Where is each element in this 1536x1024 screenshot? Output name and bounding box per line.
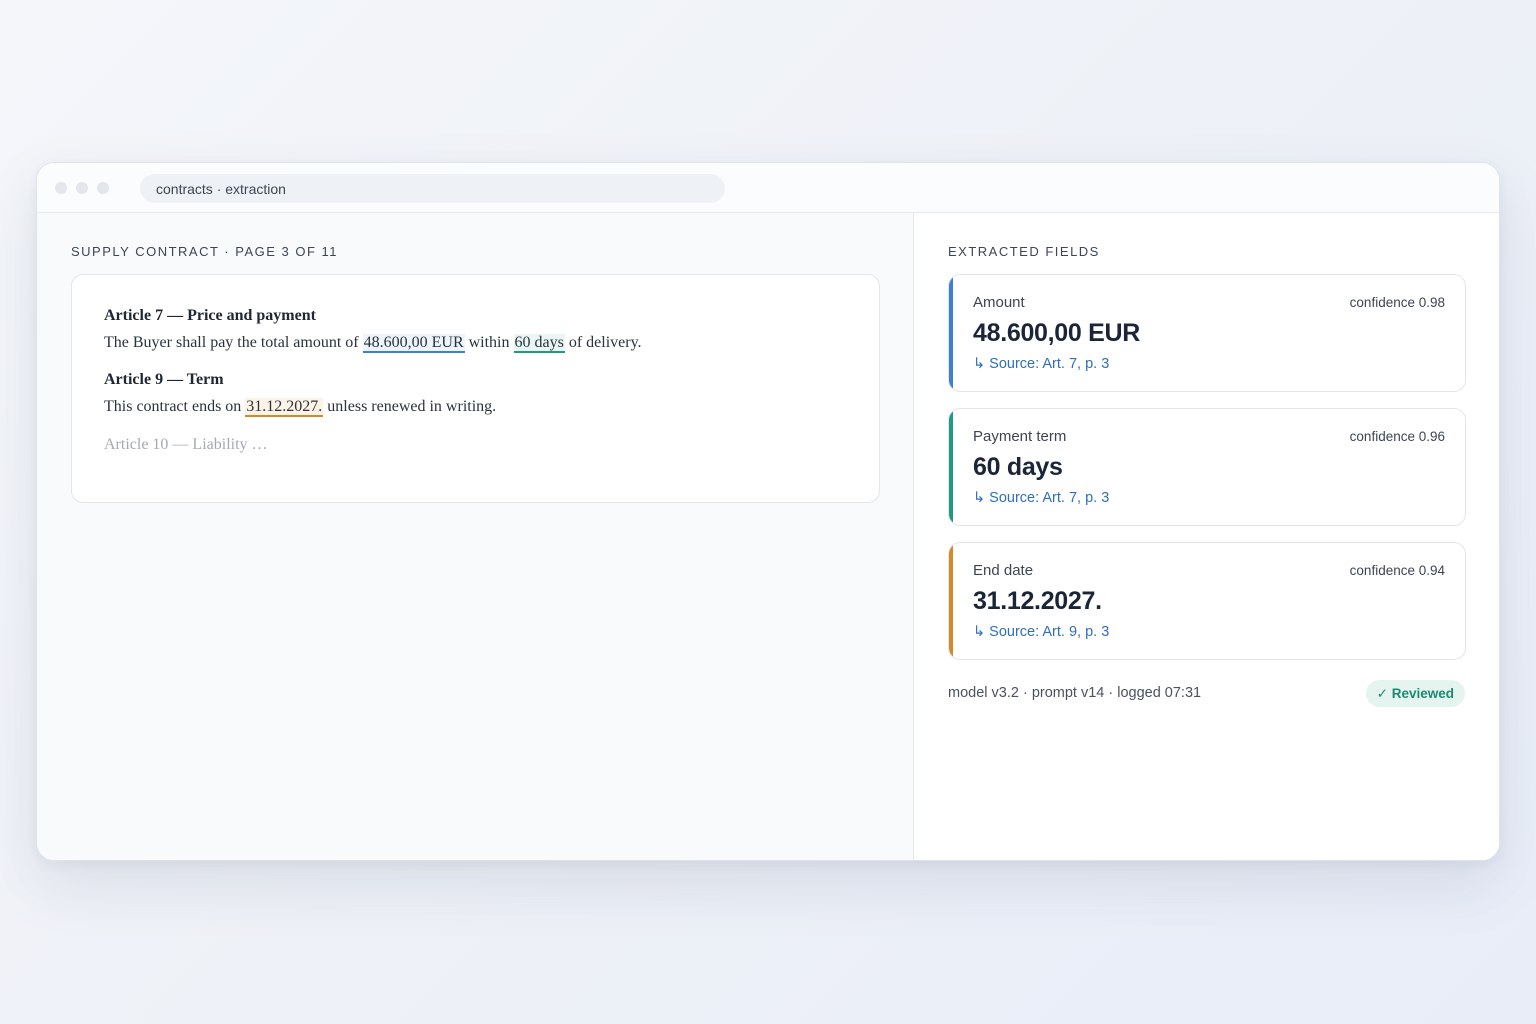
field-card-end-date[interactable]: End date confidence 0.94 31.12.2027. ↳ S… [948, 542, 1466, 660]
field-label: End date [973, 562, 1034, 579]
field-accent-bar [949, 543, 953, 659]
field-accent-bar [949, 409, 953, 525]
maximize-window-dot[interactable] [97, 181, 109, 194]
field-value: 31.12.2027. [973, 587, 1102, 615]
source-link[interactable]: ↳ Source: Art. 9, p. 3 [973, 624, 1445, 640]
confidence-score: confidence 0.96 [1349, 429, 1445, 444]
close-window-dot[interactable] [55, 181, 67, 194]
text-span: of delivery. [564, 334, 642, 351]
confidence-score: confidence 0.98 [1349, 295, 1445, 310]
source-link[interactable]: ↳ Source: Art. 7, p. 3 [973, 356, 1445, 372]
article-heading: Article 9 — Term [104, 371, 224, 388]
field-value: 48.600,00 EUR [973, 319, 1141, 347]
minimize-window-dot[interactable] [76, 181, 88, 194]
article-text: This contract ends on 31.12.2027. unless… [104, 398, 847, 417]
document-pane: SUPPLY CONTRACT · PAGE 3 OF 11 Article 7… [37, 213, 914, 860]
field-card-amount[interactable]: Amount confidence 0.98 48.600,00 EUR ↳ S… [948, 274, 1466, 392]
highlight-amount[interactable]: 48.600,00 EUR [362, 334, 465, 353]
app-window: contracts · extraction SUPPLY CONTRACT ·… [36, 162, 1500, 861]
field-accent-bar [949, 275, 953, 391]
field-label: Amount [973, 294, 1025, 311]
faded-article: Article 10 — Liability … [104, 436, 268, 453]
field-label: Payment term [973, 428, 1067, 445]
field-card-payment-term[interactable]: Payment term confidence 0.96 60 days ↳ S… [948, 408, 1466, 526]
document-label: SUPPLY CONTRACT · PAGE 3 OF 11 [71, 244, 339, 259]
title-bar: contracts · extraction [37, 163, 1499, 213]
article-text: The Buyer shall pay the total amount of … [104, 334, 847, 353]
confidence-score: confidence 0.94 [1349, 563, 1445, 578]
document-page: Article 7 — Price and payment The Buyer … [71, 274, 880, 503]
highlight-payment-term[interactable]: 60 days [513, 334, 565, 353]
extracted-fields-label: EXTRACTED FIELDS [948, 244, 1100, 259]
address-bar[interactable]: contracts · extraction [140, 174, 725, 203]
source-link[interactable]: ↳ Source: Art. 7, p. 3 [973, 490, 1445, 506]
article-heading: Article 7 — Price and payment [104, 307, 316, 324]
highlight-end-date[interactable]: 31.12.2027. [245, 398, 324, 417]
field-value: 60 days [973, 453, 1063, 481]
text-span: The Buyer shall pay the total amount of [104, 334, 363, 351]
text-span: within [464, 334, 514, 351]
address-text: contracts · extraction [156, 180, 286, 197]
extraction-pane: EXTRACTED FIELDS Amount confidence 0.98 … [914, 213, 1499, 860]
model-meta: model v3.2 · prompt v14 · logged 07:31 [948, 685, 1202, 701]
reviewed-badge: ✓ Reviewed [1365, 680, 1465, 707]
text-span: This contract ends on [104, 398, 246, 415]
text-span: unless renewed in writing. [323, 398, 497, 415]
